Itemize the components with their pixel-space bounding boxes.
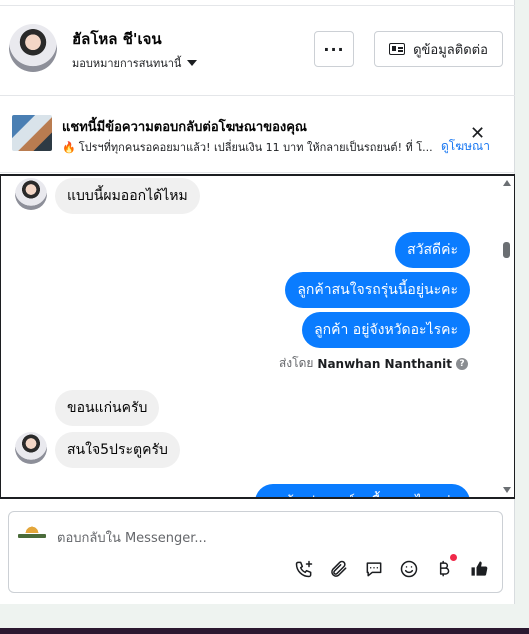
message-outgoing[interactable]: สวัสดีค่ะ <box>395 232 470 268</box>
taskbar-edge <box>0 628 529 634</box>
message-incoming[interactable]: สนใจ5ประตูครับ <box>55 432 180 468</box>
message-incoming[interactable]: แบบนี้ผมออกได้ไหม <box>55 178 200 214</box>
notification-dot <box>450 554 457 561</box>
message-outgoing[interactable]: ลูกค้า อยู่จังหวัดอะไรคะ <box>302 312 470 348</box>
assign-label: มอบหมายการสนทนานี้ <box>72 57 182 70</box>
conversation-header: ฮัลโหล ชี'เจน มอบหมายการสนทนานี้ ··· ดูข… <box>0 6 515 96</box>
ad-thumbnail[interactable] <box>12 115 52 151</box>
close-icon[interactable]: ✕ <box>470 123 485 144</box>
emoji-icon[interactable] <box>398 558 420 580</box>
sent-by-name: Nanwhan Nanthanit <box>317 356 452 371</box>
reply-composer: ตอบกลับใน Messenger... <box>8 511 503 593</box>
attachment-icon[interactable] <box>328 558 350 580</box>
id-card-icon <box>389 43 406 55</box>
message-outgoing[interactable]: ลูกค้าสนใจรถรุ่นนี้อยู่นะคะ <box>285 272 470 308</box>
ad-reply-banner: แชทนี้มีข้อความตอบกลับต่อโฆษณาของคุณ 🔥 โป… <box>0 97 515 173</box>
fire-icon: 🔥 <box>62 141 76 154</box>
scroll-down-arrow-icon[interactable] <box>503 487 511 493</box>
scroll-up-arrow-icon[interactable] <box>503 180 511 186</box>
ad-banner-description: 🔥 โปรฯที่ทุกคนรอคอยมาแล้ว! เปลี่ยนเงิน 11… <box>62 138 438 156</box>
phone-plus-icon[interactable] <box>293 558 315 580</box>
ad-banner-title: แชทนี้มีข้อความตอบกลับต่อโฆษณาของคุณ <box>62 120 307 135</box>
sender-avatar <box>15 432 47 464</box>
more-options-button[interactable]: ··· <box>314 31 354 67</box>
message-incoming[interactable]: ขอนแก่นครับ <box>55 390 160 426</box>
conversation-panel: ฮัลโหล ชี'เจน มอบหมายการสนทนานี้ ··· ดูข… <box>0 0 515 604</box>
page-logo <box>18 521 46 543</box>
contact-name[interactable]: ฮัลโหล ชี'เจน <box>72 27 162 51</box>
ad-description-text: โปรฯที่ทุกคนรอคอยมาแล้ว! เปลี่ยนเงิน 11 … <box>78 141 433 154</box>
like-icon[interactable] <box>468 558 490 580</box>
assign-conversation-dropdown[interactable]: มอบหมายการสนทนานี้ <box>72 54 198 72</box>
baht-icon[interactable] <box>433 554 457 580</box>
scroll-thumb[interactable] <box>503 242 510 258</box>
sent-by-prefix: ส่งโดย <box>278 356 314 370</box>
chat-icon[interactable] <box>363 558 385 580</box>
composer-toolbar <box>293 554 490 580</box>
contact-avatar[interactable] <box>9 24 57 72</box>
contact-info-label: ดูข้อมูลติดต่อ <box>413 42 488 58</box>
sent-by-label: ส่งโดย Nanwhan Nanthanit ? <box>279 354 468 373</box>
reply-input[interactable]: ตอบกลับใน Messenger... <box>57 527 207 548</box>
sender-avatar <box>15 178 47 210</box>
contact-info-button[interactable]: ดูข้อมูลติดต่อ <box>374 31 503 67</box>
message-outgoing[interactable]: ลูกค้า ประสงค์จะซื้อแบบไหนค่ะ <box>255 484 470 497</box>
caret-down-icon <box>187 60 198 66</box>
message-thread[interactable]: แบบนี้ผมออกได้ไหม สวัสดีค่ะ ลูกค้าสนใจรถ… <box>0 174 515 499</box>
scrollbar[interactable] <box>500 176 514 497</box>
help-icon[interactable]: ? <box>456 357 468 370</box>
